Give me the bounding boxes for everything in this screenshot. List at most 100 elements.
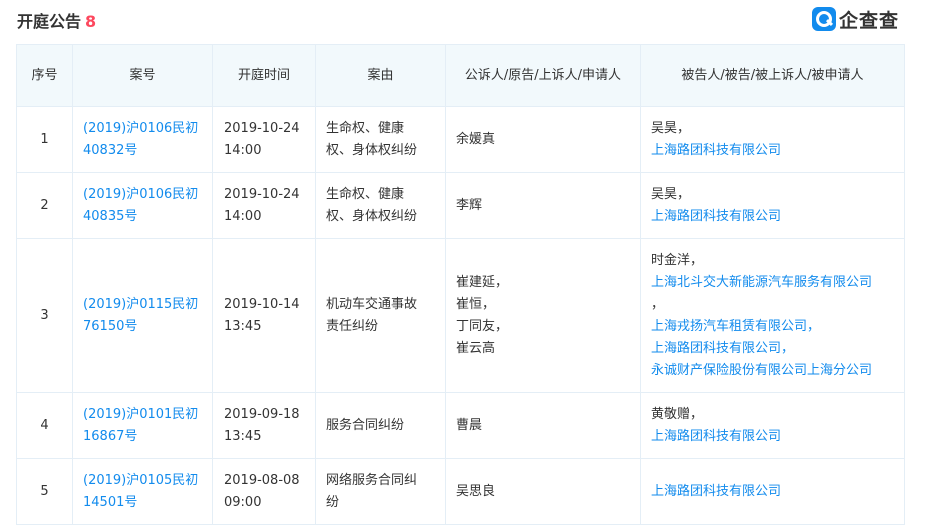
hearing-time-line: 14:00 [224, 208, 262, 224]
defendant-cell: 吴昊， 上海路团科技有限公司 [640, 106, 905, 173]
qichacha-logo-icon [812, 7, 836, 31]
plaintiff-name: 崔恒， [456, 296, 496, 312]
row-number-cell: 5 [16, 458, 73, 525]
table-row: 5 (2019)沪0105民初 14501号 2019-08-08 09:00 网络服务合… [16, 458, 905, 525]
column-header-no: 序号 [16, 44, 73, 107]
column-header-defendant: 被告人/被告/被上诉人/被申请人 [640, 44, 905, 107]
table-header-row: 序号 案号 开庭时间 案由 公诉人/原告/上诉人/申请人 被告人/被告/被上诉人… [16, 44, 905, 107]
hearing-time-line: 2019-10-24 [224, 186, 300, 202]
case-cause-cell: 生命权、健康 权、身体权纠纷 [315, 106, 446, 173]
case-number-line: 40835号 [83, 208, 138, 224]
case-number-cell: (2019)沪0106民初 40835号 [72, 172, 213, 239]
defendant-name: 吴昊， [651, 120, 691, 136]
defendant-company-link[interactable]: 上海戎扬汽车租赁有限公司， [651, 316, 894, 338]
row-number: 4 [40, 417, 49, 433]
court-notice-table-container: 序号 案号 开庭时间 案由 公诉人/原告/上诉人/申请人 被告人/被告/被上诉人… [16, 44, 905, 525]
hearing-time-line: 13:45 [224, 428, 262, 444]
plaintiff-name: 吴思良 [456, 483, 496, 499]
case-cause-line: 权、身体权纠纷 [326, 142, 418, 158]
case-number-line: 76150号 [83, 318, 138, 334]
case-number-line: (2019)沪0106民初 [83, 120, 199, 136]
case-number-link[interactable]: (2019)沪0105民初 14501号 [83, 470, 202, 514]
plaintiff-name: 余媛真 [456, 131, 496, 147]
defendant-company-link[interactable]: 上海路团科技有限公司 [651, 426, 894, 448]
hearing-time-line: 2019-10-14 [224, 296, 300, 312]
row-number: 1 [40, 131, 49, 147]
row-number-cell: 4 [16, 392, 73, 459]
case-number-line: (2019)沪0115民初 [83, 296, 199, 312]
table-body: 1 (2019)沪0106民初 40832号 2019-10-24 14:00 生命权、健… [16, 106, 905, 525]
plaintiff-cell: 崔建延， 崔恒， 丁同友， 崔云高 [445, 238, 641, 393]
defendant-name: ， [651, 296, 665, 312]
defendant-cell: 黄敬赠， 上海路团科技有限公司 [640, 392, 905, 459]
hearing-time-cell: 2019-09-18 13:45 [212, 392, 316, 459]
defendant-cell: 上海路团科技有限公司 [640, 458, 905, 525]
defendant-name: 黄敬赠， [651, 406, 704, 422]
hearing-time-cell: 2019-10-24 14:00 [212, 172, 316, 239]
hearing-time-line: 2019-08-08 [224, 472, 300, 488]
defendant-name: 吴昊， [651, 186, 691, 202]
case-number-link[interactable]: (2019)沪0106民初 40835号 [83, 184, 202, 228]
case-number-line: (2019)沪0106民初 [83, 186, 199, 202]
defendant-company-link[interactable]: 永诚财产保险股份有限公司上海分公司 [651, 360, 894, 382]
defendant-company-link[interactable]: 上海路团科技有限公司 [651, 481, 894, 503]
defendant-cell: 吴昊， 上海路团科技有限公司 [640, 172, 905, 239]
case-cause-line: 权、身体权纠纷 [326, 208, 418, 224]
defendant-company-link[interactable]: 上海路团科技有限公司 [651, 140, 894, 162]
hearing-time-line: 2019-09-18 [224, 406, 300, 422]
column-header-case-no: 案号 [72, 44, 213, 107]
row-number: 2 [40, 197, 49, 213]
court-notice-table: 序号 案号 开庭时间 案由 公诉人/原告/上诉人/申请人 被告人/被告/被上诉人… [16, 44, 905, 525]
plaintiff-name: 崔云高 [456, 340, 496, 356]
hearing-time-cell: 2019-10-24 14:00 [212, 106, 316, 173]
section-header: 开庭公告 8 企查查 [0, 0, 929, 40]
plaintiff-name: 曹晨 [456, 417, 483, 433]
column-header-cause: 案由 [315, 44, 446, 107]
case-cause-cell: 生命权、健康 权、身体权纠纷 [315, 172, 446, 239]
defendant-company-link[interactable]: 上海路团科技有限公司 [651, 206, 894, 228]
section-title-text: 开庭公告 [17, 12, 82, 31]
case-number-line: 16867号 [83, 428, 138, 444]
case-number-link[interactable]: (2019)沪0106民初 40832号 [83, 118, 202, 162]
row-number-cell: 1 [16, 106, 73, 173]
plaintiff-cell: 曹晨 [445, 392, 641, 459]
row-number: 5 [40, 483, 49, 499]
table-row: 4 (2019)沪0101民初 16867号 2019-09-18 13:45 服务合同纠… [16, 392, 905, 459]
case-number-link[interactable]: (2019)沪0101民初 16867号 [83, 404, 202, 448]
case-cause-line: 服务合同纠纷 [326, 417, 405, 433]
defendant-cell: 时金洋， 上海北斗交大新能源汽车服务有限公司 ， 上海戎扬汽车租赁有限公司， 上海路团科… [640, 238, 905, 393]
case-number-link[interactable]: (2019)沪0115民初 76150号 [83, 294, 202, 338]
case-cause-cell: 机动车交通事故 责任纠纷 [315, 238, 446, 393]
hearing-time-cell: 2019-08-08 09:00 [212, 458, 316, 525]
record-count: 8 [85, 12, 97, 31]
case-number-line: 40832号 [83, 142, 138, 158]
case-cause-line: 纷 [326, 494, 340, 510]
section-title: 开庭公告 8 [17, 8, 96, 32]
hearing-time-line: 13:45 [224, 318, 262, 334]
row-number-cell: 2 [16, 172, 73, 239]
case-number-line: 14501号 [83, 494, 138, 510]
plaintiff-cell: 吴思良 [445, 458, 641, 525]
defendant-company-link[interactable]: 上海路团科技有限公司， [651, 338, 894, 360]
table-row: 1 (2019)沪0106民初 40832号 2019-10-24 14:00 生命权、健… [16, 106, 905, 173]
case-cause-cell: 网络服务合同纠纷 [315, 458, 446, 525]
case-number-line: (2019)沪0105民初 [83, 472, 199, 488]
case-cause-line: 生命权、健康 [326, 186, 405, 202]
plaintiff-name: 丁同友， [456, 318, 509, 334]
table-row: 3 (2019)沪0115民初 76150号 2019-10-14 13:45 机动车交通… [16, 238, 905, 393]
case-cause-line: 机动车交通事故 [326, 296, 418, 312]
case-number-cell: (2019)沪0105民初 14501号 [72, 458, 213, 525]
row-number: 3 [40, 307, 49, 323]
plaintiff-cell: 余媛真 [445, 106, 641, 173]
defendant-name: 时金洋， [651, 252, 704, 268]
hearing-time-line: 14:00 [224, 142, 262, 158]
case-number-cell: (2019)沪0115民初 76150号 [72, 238, 213, 393]
row-number-cell: 3 [16, 238, 73, 393]
case-cause-line: 责任纠纷 [326, 318, 379, 334]
plaintiff-cell: 李辉 [445, 172, 641, 239]
qichacha-logo[interactable]: 企查查 [812, 6, 899, 32]
defendant-company-link[interactable]: 上海北斗交大新能源汽车服务有限公司 [651, 272, 894, 294]
case-cause-line: 网络服务合同纠 [326, 472, 418, 488]
hearing-time-cell: 2019-10-14 13:45 [212, 238, 316, 393]
case-cause-cell: 服务合同纠纷 [315, 392, 446, 459]
